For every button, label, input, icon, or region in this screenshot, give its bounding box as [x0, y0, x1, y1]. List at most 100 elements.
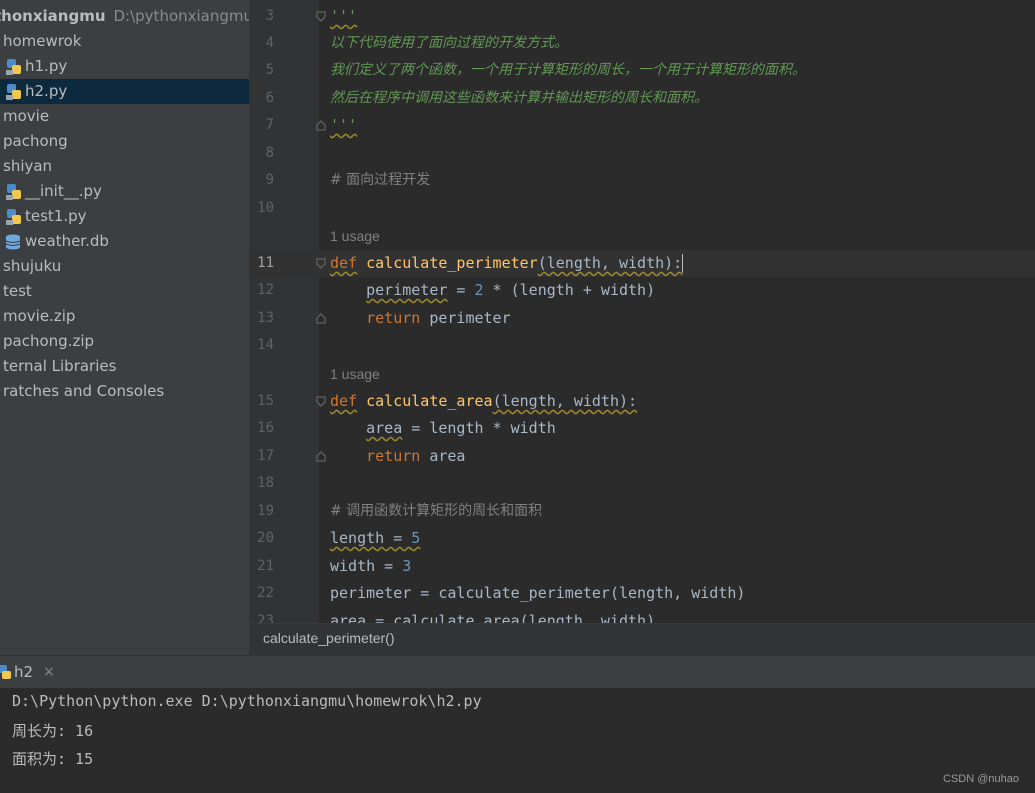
code-line[interactable]: 12 perimeter = 2 * (length + width)	[249, 277, 1035, 304]
code-text: return area	[330, 443, 465, 470]
tree-item[interactable]: ratches and Consoles	[0, 379, 249, 404]
tree-item[interactable]: shujuku	[0, 254, 249, 279]
project-root-row[interactable]: thonxiangmu D:\pythonxiangmu	[0, 4, 249, 29]
line-number: 13	[257, 310, 274, 326]
fold-marker-icon[interactable]	[316, 258, 326, 269]
function-params: (length, width):	[492, 392, 638, 410]
code-line[interactable]: 13 return perimeter	[249, 305, 1035, 332]
fold-end-icon[interactable]	[316, 120, 326, 131]
code-line[interactable]: 19 # 调用函数计算矩形的周长和面积	[249, 498, 1035, 525]
tree-item[interactable]: weather.db	[0, 229, 249, 254]
line-number: 21	[257, 558, 274, 574]
code-text: length = 5	[330, 525, 420, 552]
console-line: 面积为: 15	[12, 750, 94, 768]
keyword-def: def	[330, 254, 358, 272]
line-number: 9	[265, 172, 274, 188]
python-file-icon	[6, 59, 21, 75]
fold-end-icon[interactable]	[316, 451, 326, 462]
docstring-line: 然后在程序中调用这些函数来计算并输出矩形的周长和面积。	[330, 90, 708, 106]
fold-end-icon[interactable]	[316, 313, 326, 324]
tree-item-label: pachong	[3, 132, 68, 150]
run-tab-h2[interactable]: h2 ×	[0, 656, 55, 688]
python-file-icon	[6, 184, 21, 200]
code-line[interactable]: 3 '''	[249, 3, 1035, 30]
code-line[interactable]: 8	[249, 140, 1035, 167]
code-line[interactable]: 4 以下代码使用了面向过程的开发方式。	[249, 30, 1035, 57]
console-line: D:\Python\python.exe D:\pythonxiangmu\ho…	[12, 692, 482, 710]
return-value: area	[420, 447, 466, 465]
tree-item[interactable]: test	[0, 279, 249, 304]
line-number: 23	[257, 613, 274, 623]
code-line[interactable]: 9 # 面向过程开发	[249, 167, 1035, 194]
line-number: 11	[257, 255, 274, 271]
project-tree-panel: thonxiangmu D:\pythonxiangmu homewrok h1.p…	[0, 0, 250, 655]
line-number: 20	[257, 530, 274, 546]
variable: width	[330, 557, 376, 575]
keyword-return: return	[366, 447, 421, 465]
fold-marker-icon[interactable]	[316, 396, 326, 407]
code-line[interactable]: 6 然后在程序中调用这些函数来计算并输出矩形的周长和面积。	[249, 85, 1035, 112]
expression: * (length + width)	[483, 281, 656, 299]
line-number: 3	[265, 8, 274, 24]
code-line[interactable]: 10	[249, 195, 1035, 222]
tree-item[interactable]: h1.py	[0, 54, 249, 79]
tree-item[interactable]: pachong	[0, 129, 249, 154]
tree-item[interactable]: movie.zip	[0, 304, 249, 329]
tree-item-label: ternal Libraries	[3, 357, 117, 375]
code-text: width = 3	[330, 553, 411, 580]
code-line[interactable]: 15 def calculate_area(length, width):	[249, 388, 1035, 415]
code-line-current[interactable]: 11 def calculate_perimeter(length, width…	[249, 250, 1035, 277]
usage-hint[interactable]: 1 usage	[330, 361, 380, 388]
usage-hint[interactable]: 1 usage	[330, 223, 380, 250]
editor-breadcrumb[interactable]: calculate_perimeter()	[249, 623, 1035, 656]
tree-item[interactable]: test1.py	[0, 204, 249, 229]
operator: =	[375, 557, 403, 575]
code-line[interactable]: 5 我们定义了两个函数，一个用于计算矩形的周长，一个用于计算矩形的面积。	[249, 57, 1035, 84]
code-text: area = length * width	[330, 415, 556, 442]
code-line[interactable]: 20 length = 5	[249, 525, 1035, 552]
run-tab-label: h2	[14, 663, 34, 681]
fold-marker-icon[interactable]	[316, 11, 326, 22]
variable: length	[330, 529, 385, 547]
tree-item[interactable]: movie	[0, 104, 249, 129]
line-number: 7	[265, 117, 274, 133]
tree-item-label: movie.zip	[3, 307, 76, 325]
code-line[interactable]: 21 width = 3	[249, 553, 1035, 580]
tree-item[interactable]: shiyan	[0, 154, 249, 179]
keyword-return: return	[366, 309, 421, 327]
code-line[interactable]: 22 perimeter = calculate_perimeter(lengt…	[249, 580, 1035, 607]
line-number: 8	[265, 145, 274, 161]
code-editor[interactable]: 3 ''' 4 以下代码使用了面向过程的开发方式。 5 我们定义了两个函数，一个…	[249, 0, 1035, 623]
tree-item[interactable]: homewrok	[0, 29, 249, 54]
text-caret	[682, 254, 684, 273]
return-value: perimeter	[420, 309, 511, 327]
tree-item[interactable]: pachong.zip	[0, 329, 249, 354]
line-number: 10	[257, 200, 274, 216]
code-line[interactable]: 23 area = calculate_area(length, width)	[249, 608, 1035, 623]
expression: = length * width	[402, 419, 556, 437]
code-line[interactable]: 17 return area	[249, 443, 1035, 470]
function-name: calculate_area	[366, 392, 493, 410]
code-text: return perimeter	[330, 305, 511, 332]
code-line[interactable]: 16 area = length * width	[249, 415, 1035, 442]
watermark: CSDN @nuhao	[943, 773, 1019, 785]
keyword-def: def	[330, 392, 358, 410]
tree-item[interactable]: __init__.py	[0, 179, 249, 204]
tree-item-label: test	[3, 282, 32, 300]
line-number: 19	[257, 503, 274, 519]
close-icon[interactable]: ×	[43, 664, 55, 680]
tree-item[interactable]: ternal Libraries	[0, 354, 249, 379]
breadcrumb-function[interactable]: calculate_perimeter()	[263, 630, 395, 646]
run-console-output[interactable]: D:\Python\python.exe D:\pythonxiangmu\ho…	[0, 688, 1035, 793]
tree-item-label: shujuku	[3, 257, 62, 275]
line-number: 6	[265, 90, 274, 106]
code-line[interactable]: 14	[249, 332, 1035, 359]
docstring-close: '''	[330, 116, 358, 134]
code-line[interactable]: 7 '''	[249, 112, 1035, 139]
project-path: D:\pythonxiangmu	[113, 7, 250, 25]
line-number: 15	[257, 393, 274, 409]
code-line[interactable]: 18	[249, 470, 1035, 497]
project-name: thonxiangmu	[0, 7, 106, 25]
tree-item[interactable]: h2.py	[0, 79, 249, 104]
code-text: perimeter = calculate_perimeter(length, …	[330, 584, 746, 602]
